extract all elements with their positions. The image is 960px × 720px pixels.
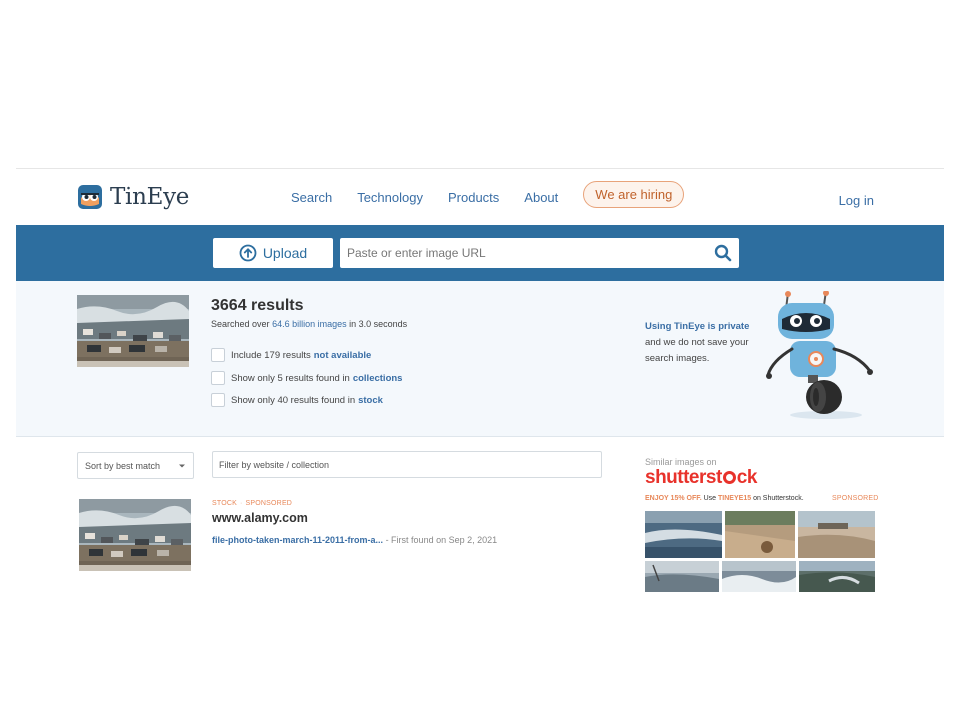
sponsored-tag: SPONSORED (832, 495, 879, 502)
privacy-note: Using TinEye is private and we do not sa… (645, 319, 749, 367)
result-thumbnail[interactable] (79, 499, 191, 571)
first-found-date: - First found on Sep 2, 2021 (385, 535, 498, 545)
result-details: file-photo-taken-march-11-2011-from-a...… (212, 535, 497, 545)
stock-image[interactable] (798, 511, 875, 558)
sort-select[interactable]: Sort by best match (77, 452, 194, 479)
sort-value: Sort by best match (85, 460, 161, 471)
nav-technology[interactable]: Technology (357, 190, 423, 205)
filter-link[interactable]: stock (358, 395, 383, 406)
filter-text: Show only 40 results found in (231, 394, 356, 406)
upload-label: Upload (262, 245, 308, 261)
privacy-line: and we do not save your (645, 337, 749, 348)
checkbox[interactable] (211, 393, 225, 407)
checkbox[interactable] (211, 371, 225, 385)
filter-collections[interactable]: Show only 5 results found in collections (211, 371, 402, 385)
site-header: TinEye Search Technology Products About … (16, 169, 944, 225)
result-domain[interactable]: www.alamy.com (212, 511, 308, 525)
shutterstock-o-icon (722, 471, 736, 484)
tag-separator: · (240, 500, 243, 507)
similar-images-label: Similar images on (645, 457, 717, 467)
tineye-logo[interactable]: TinEye (77, 184, 189, 210)
stock-image[interactable] (725, 511, 795, 558)
search-stats-suffix: in 3.0 seconds (349, 319, 408, 329)
nav-products[interactable]: Products (448, 190, 499, 205)
shutterstock-brand-part: shutterst (645, 467, 722, 488)
shutterstock-promo: ENJOY 15% OFF. Use TINEYE15 on Shutterst… (645, 495, 804, 502)
nav-about[interactable]: About (524, 190, 558, 205)
filter-stock[interactable]: Show only 40 results found in stock (211, 393, 383, 407)
stock-image[interactable] (645, 561, 719, 592)
privacy-line: search images. (645, 353, 710, 364)
shutterstock-brand-part: ck (736, 467, 758, 488)
tineye-page: TinEye Search Technology Products About … (16, 168, 944, 592)
query-image-thumbnail (77, 295, 189, 367)
tineye-logo-icon (78, 185, 102, 209)
filter-text: Include 179 results (231, 349, 311, 361)
shutterstock-logo[interactable]: shutterst ck (645, 467, 757, 489)
search-bar: Upload (16, 225, 944, 281)
url-field-wrapper (340, 238, 739, 268)
stock-image[interactable] (645, 511, 722, 558)
login-link[interactable]: Log in (839, 193, 874, 208)
main-nav: Search Technology Products About We are … (291, 181, 709, 208)
nav-search[interactable]: Search (291, 190, 332, 205)
sponsored-tag: SPONSORED (245, 500, 293, 507)
filter-link[interactable]: collections (353, 373, 403, 384)
promo-use: Use (703, 495, 717, 502)
robot-mascot-icon (766, 291, 873, 419)
search-stats-prefix: Searched over (211, 319, 270, 329)
logo-text: TinEye (110, 184, 190, 210)
search-stats: Searched over 64.6 billion images in 3.0… (211, 319, 407, 329)
promo-code: TINEYE15 (718, 495, 752, 502)
stock-image[interactable] (799, 561, 875, 592)
result-file-link[interactable]: file-photo-taken-march-11-2011-from-a... (212, 535, 383, 545)
image-url-input[interactable] (340, 238, 700, 268)
promo-offer: ENJOY 15% OFF. (645, 495, 702, 502)
hiring-button[interactable]: We are hiring (583, 181, 685, 208)
upload-button[interactable]: Upload (213, 238, 333, 268)
privacy-link[interactable]: Using TinEye is private (645, 319, 749, 335)
results-count: 3664 results (211, 297, 304, 314)
indexed-images-count: 64.6 billion images (272, 319, 347, 329)
stock-tag: STOCK (212, 500, 237, 507)
promo-suffix: on Shutterstock. (753, 495, 804, 502)
checkbox[interactable] (211, 348, 225, 362)
website-filter-input[interactable] (212, 451, 602, 478)
shutterstock-image-grid (645, 511, 875, 592)
results-summary: 3664 results Searched over 64.6 billion … (16, 281, 944, 437)
chevron-down-icon (179, 464, 185, 468)
search-icon[interactable] (714, 244, 732, 262)
filter-text: Show only 5 results found in (231, 372, 350, 384)
upload-arrow-icon (239, 244, 257, 262)
result-tags: STOCK · SPONSORED (212, 500, 292, 507)
stock-image[interactable] (722, 561, 796, 592)
filter-link[interactable]: not available (314, 350, 372, 361)
filter-not-available[interactable]: Include 179 results not available (211, 348, 371, 362)
